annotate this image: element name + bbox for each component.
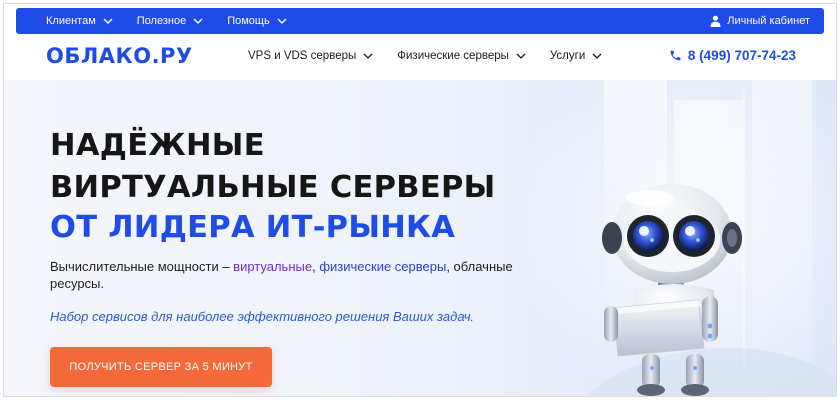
nav-item-vps[interactable]: VPS и VDS серверы <box>248 50 373 62</box>
nav-item-services[interactable]: Услуги <box>550 50 602 62</box>
nav-item-label: VPS и VDS серверы <box>248 50 357 62</box>
phone-icon <box>670 50 681 61</box>
hero-subtitle-prefix: Вычислительные мощности – <box>50 259 234 274</box>
hero-title-line-2: ВИРТУАЛЬНЫЕ СЕРВЕРЫ <box>50 170 496 205</box>
chevron-down-icon <box>363 53 373 59</box>
phone-number: 8 (499) 707-74-23 <box>687 48 796 63</box>
nav-item-label: Услуги <box>549 50 586 62</box>
robot-mascot-illustration <box>602 184 742 396</box>
hero-tagline: Набор сервисов для наиболее эффективного… <box>50 309 475 324</box>
chevron-down-icon <box>193 18 203 24</box>
phone-link[interactable]: 8 (499) 707-74-23 <box>669 48 796 63</box>
user-icon <box>710 15 721 27</box>
get-server-button[interactable]: ПОЛУЧИТЬ СЕРВЕР ЗА 5 МИНУТ <box>50 347 272 387</box>
link-physical-servers[interactable]: физические серверы <box>319 259 446 274</box>
topbar-item-useful[interactable]: Полезное <box>137 15 203 27</box>
chevron-down-icon <box>103 18 113 24</box>
hero-subtitle: Вычислительные мощности – виртуальные, ф… <box>50 258 520 292</box>
main-nav: VPS и VDS серверы Физические серверы Усл… <box>248 50 626 62</box>
topbar-item-label: Помощь <box>227 15 270 27</box>
nav-item-label: Физические серверы <box>397 50 509 62</box>
personal-cabinet-label: Личный кабинет <box>727 15 810 27</box>
topbar-item-help[interactable]: Помощь <box>227 15 287 27</box>
browser-frame: Клиентам Полезное Помощь Личный кабинет … <box>3 3 837 397</box>
hero-title-line-3: ОТ ЛИДЕРА ИТ-РЫНКА <box>50 210 456 245</box>
top-bar: Клиентам Полезное Помощь Личный кабинет <box>16 8 824 34</box>
chevron-down-icon <box>592 53 602 59</box>
site-header: ОБЛАКО.РУ VPS и VDS серверы Физические с… <box>4 34 836 80</box>
topbar-item-label: Клиентам <box>46 15 96 27</box>
topbar-item-label: Полезное <box>136 15 187 27</box>
link-virtual[interactable]: виртуальные <box>233 259 312 274</box>
site-logo[interactable]: ОБЛАКО.РУ <box>46 44 193 68</box>
personal-cabinet-link[interactable]: Личный кабинет <box>710 15 810 27</box>
hero-section: НАДЁЖНЫЕ ВИРТУАЛЬНЫЕ СЕРВЕРЫ ОТ ЛИДЕРА И… <box>4 80 836 396</box>
topbar-item-clients[interactable]: Клиентам <box>46 15 113 27</box>
hero-title-line-1: НАДЁЖНЫЕ <box>50 128 265 163</box>
chevron-down-icon <box>516 53 526 59</box>
chevron-down-icon <box>277 18 287 24</box>
nav-item-physical-servers[interactable]: Физические серверы <box>397 50 526 62</box>
